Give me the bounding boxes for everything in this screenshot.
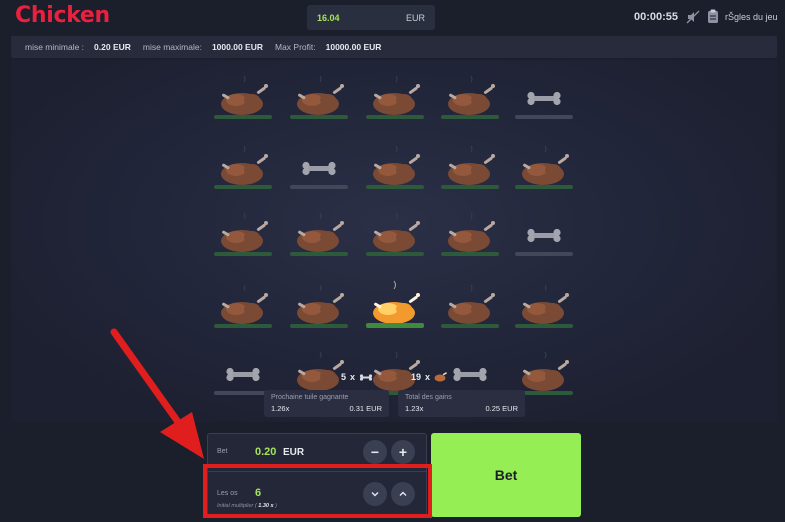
annotation-arrow-icon xyxy=(110,328,204,459)
